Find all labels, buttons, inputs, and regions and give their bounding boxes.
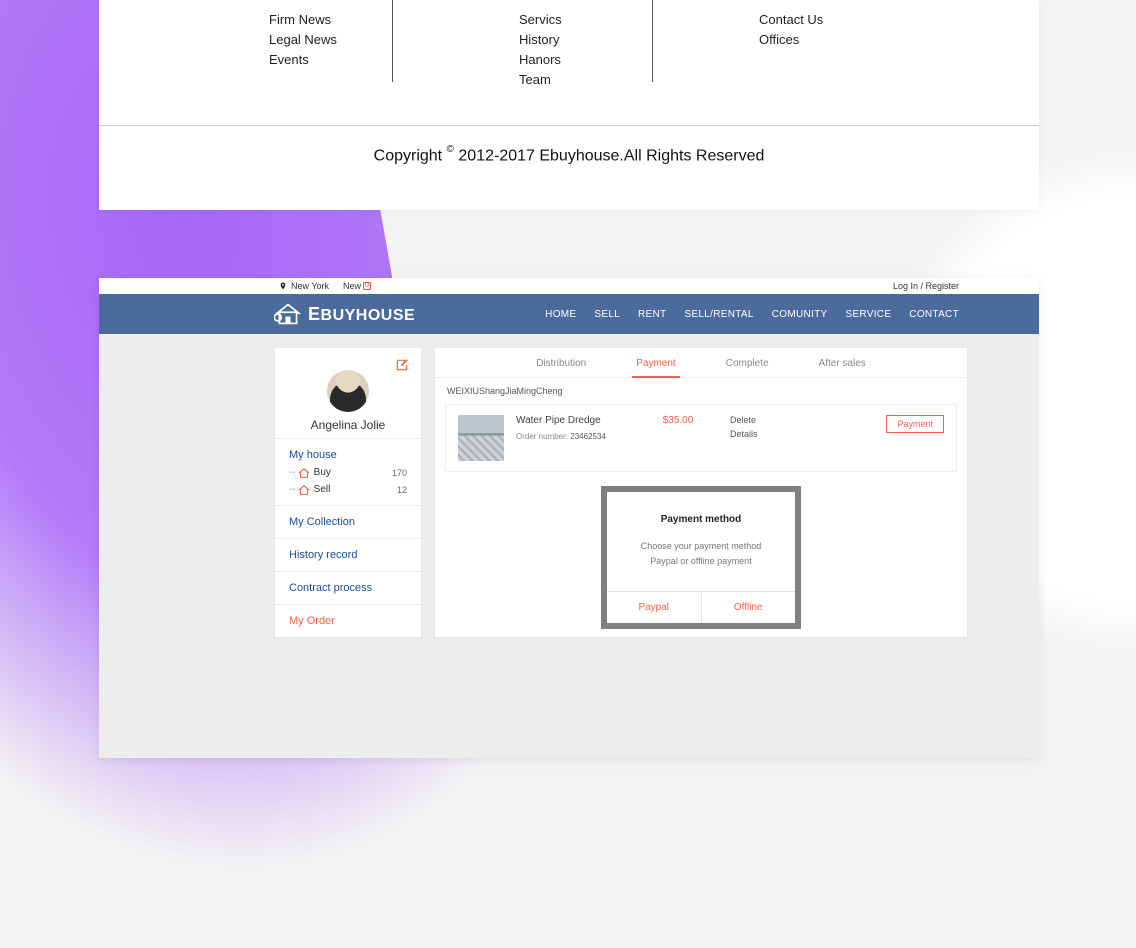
order-number-label: Order number: <box>516 432 568 441</box>
new-badge-icon <box>363 282 371 290</box>
order-number: 23462534 <box>570 432 606 441</box>
nav-link-home[interactable]: HOME <box>545 309 576 320</box>
copyright-prefix: Copyright <box>374 147 447 164</box>
topbar-location[interactable]: New York <box>291 281 329 291</box>
order-title: Water Pipe Dredge <box>516 415 626 426</box>
payment-button[interactable]: Payment <box>886 415 944 433</box>
footer-link[interactable]: Offices <box>759 30 919 50</box>
location-pin-icon <box>279 282 287 290</box>
navbar: EBUYHOUSE HOME SELL RENT SELL/RENTAL COM… <box>99 294 1039 334</box>
topbar: New York New Log In / Register <box>99 278 1039 294</box>
order-details-link[interactable]: Details <box>730 429 790 439</box>
order-thumbnail[interactable] <box>458 415 504 461</box>
tab-payment[interactable]: Payment <box>636 358 675 377</box>
nav-link-sellrental[interactable]: SELL/RENTAL <box>684 309 753 320</box>
footer-col-2: Servics History Hanors Team <box>399 10 659 90</box>
logo-text: EBUYHOUSE <box>308 304 415 325</box>
tab-complete[interactable]: Complete <box>726 358 769 377</box>
footer-card: Firm News Legal News Events Servics Hist… <box>99 0 1039 210</box>
nav-link-contact[interactable]: CONTACT <box>909 309 959 320</box>
topbar-new-label[interactable]: New <box>343 281 361 291</box>
house-logo-icon <box>274 302 302 326</box>
bullet-icon: -- <box>289 484 296 495</box>
logo[interactable]: EBUYHOUSE <box>274 302 415 326</box>
nav-link-service[interactable]: SERVICE <box>845 309 891 320</box>
sidebar-sub-label: Buy <box>314 467 331 478</box>
order-price: $35.00 <box>638 415 718 426</box>
nav-link-sell[interactable]: SELL <box>594 309 620 320</box>
copyright-symbol: © <box>447 144 454 155</box>
sidebar-sub-sell[interactable]: -- Sell 12 <box>289 484 407 495</box>
order-card: Water Pipe Dredge Order number: 23462534… <box>445 404 957 472</box>
modal-paypal-button[interactable]: Paypal <box>607 592 701 623</box>
house-mini-icon <box>298 485 310 495</box>
footer-link[interactable]: History <box>519 30 659 50</box>
sidebar-item-history[interactable]: History record <box>289 549 407 561</box>
house-mini-icon <box>298 468 310 478</box>
nav-link-rent[interactable]: RENT <box>638 309 666 320</box>
footer-link[interactable]: Legal News <box>269 30 399 50</box>
payment-method-modal: Payment method Choose your payment metho… <box>601 486 801 629</box>
footer-col-3: Contact Us Offices <box>659 10 919 90</box>
footer-link[interactable]: Hanors <box>519 50 659 70</box>
sidebar-sub-label: Sell <box>314 484 331 495</box>
footer-link[interactable]: Team <box>519 70 659 90</box>
modal-offline-button[interactable]: Offline <box>701 592 796 623</box>
sidebar-item-order[interactable]: My Order <box>289 615 407 627</box>
footer-link[interactable]: Events <box>269 50 399 70</box>
footer-link[interactable]: Contact Us <box>759 10 919 30</box>
tab-after-sales[interactable]: After sales <box>819 358 866 377</box>
sidebar: Angelina Jolie My house -- Buy 170 -- Se… <box>275 348 421 637</box>
bullet-icon: -- <box>289 467 296 478</box>
modal-message-line: Choose your payment method <box>621 539 781 554</box>
sidebar-item-collection[interactable]: My Collection <box>289 516 407 528</box>
sidebar-sub-count: 12 <box>397 485 407 495</box>
user-name: Angelina Jolie <box>275 418 421 432</box>
copyright: Copyright © 2012-2017 Ebuyhouse.All Righ… <box>99 126 1039 185</box>
modal-title: Payment method <box>621 514 781 525</box>
avatar[interactable] <box>327 370 369 412</box>
sidebar-item-contract[interactable]: Contract process <box>289 582 407 594</box>
sidebar-sub-buy[interactable]: -- Buy 170 <box>289 467 407 478</box>
nav-link-community[interactable]: COMUNITY <box>772 309 828 320</box>
sidebar-item-my-house[interactable]: My house <box>289 449 407 461</box>
order-delete-link[interactable]: Delete <box>730 415 790 425</box>
modal-message-line: Paypal or offline payment <box>621 554 781 569</box>
footer-link[interactable]: Servics <box>519 10 659 30</box>
order-section-label: WEIXIUShangJiaMingCheng <box>435 378 967 404</box>
sidebar-sub-count: 170 <box>392 468 407 478</box>
footer-link[interactable]: Firm News <box>269 10 399 30</box>
app-card: New York New Log In / Register EBUYHOUSE… <box>99 278 1039 758</box>
footer-col-1: Firm News Legal News Events <box>99 10 399 90</box>
copyright-rest: 2012-2017 Ebuyhouse.All Rights Reserved <box>458 147 764 164</box>
tab-distribution[interactable]: Distribution <box>536 358 586 377</box>
login-register-link[interactable]: Log In / Register <box>893 281 959 291</box>
edit-icon[interactable] <box>395 358 409 372</box>
main-panel: Distribution Payment Complete After sale… <box>435 348 967 637</box>
